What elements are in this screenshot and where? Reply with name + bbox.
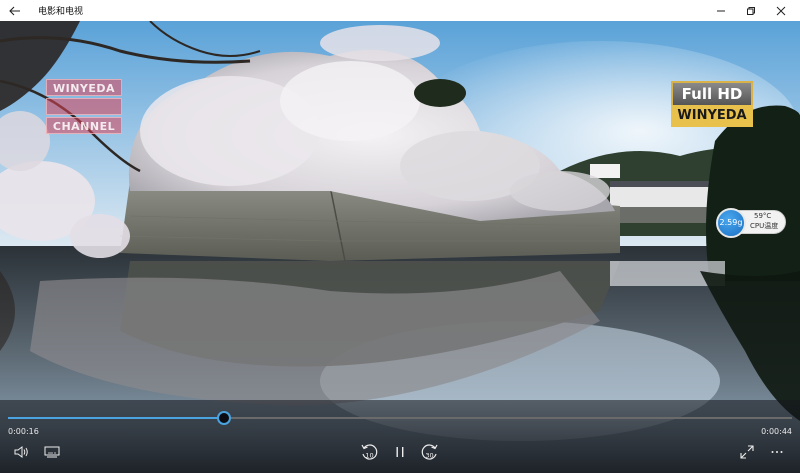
skip-back-10-icon: 10 [361, 444, 378, 460]
skip-back-10-button[interactable]: 10 [358, 441, 380, 463]
cpu-label: CPU温度 [750, 222, 779, 230]
skip-back-label: 10 [365, 452, 373, 460]
fullscreen-button[interactable] [736, 441, 758, 463]
cpu-temperature: 59°C [754, 212, 772, 220]
player-controls: 0:00:16 0:00:44 10 30 [0, 400, 800, 473]
skip-forward-30-button[interactable]: 30 [419, 441, 441, 463]
cpu-usage-circle: 2.59g [716, 208, 746, 238]
close-button[interactable] [768, 0, 794, 21]
watermark-line-2 [46, 98, 122, 115]
more-icon [771, 451, 783, 453]
close-icon [776, 6, 786, 15]
restore-button[interactable] [738, 0, 764, 21]
fullhd-brand: WINYEDA [671, 105, 753, 127]
title-bar: 电影和电视 [0, 0, 800, 21]
progress-thumb[interactable] [216, 411, 231, 425]
skip-forward-label: 30 [425, 452, 433, 460]
progress-fill [8, 417, 224, 419]
restore-icon [747, 6, 755, 15]
back-button[interactable] [0, 0, 30, 21]
fullhd-badge: Full HD WINYEDA [671, 81, 753, 129]
watermark-winyeda-channel: WINYEDA CHANNEL [46, 79, 122, 135]
subtitles-icon [44, 446, 60, 458]
skip-forward-30-icon: 30 [421, 444, 438, 460]
watermark-line-3: CHANNEL [46, 117, 122, 134]
fullscreen-icon [740, 445, 754, 459]
cpu-temperature-widget[interactable]: 59°C CPU温度 2.59g [716, 208, 786, 238]
movies-tv-window: 电影和电视 WINYEDA CHANNEL Full HD WINYEDA 59… [0, 0, 800, 473]
pause-icon [396, 447, 404, 457]
pause-button[interactable] [389, 441, 411, 463]
current-time: 0:00:16 [8, 427, 39, 436]
app-title: 电影和电视 [38, 7, 84, 17]
volume-icon [14, 446, 28, 458]
volume-button[interactable] [11, 441, 33, 463]
fullhd-label: Full HD [671, 81, 753, 105]
back-arrow-icon [9, 6, 20, 15]
total-time: 0:00:44 [761, 427, 792, 436]
subtitles-button[interactable] [41, 441, 63, 463]
more-button[interactable] [766, 441, 788, 463]
minimize-icon [717, 10, 725, 11]
minimize-button[interactable] [708, 0, 734, 21]
watermark-line-1: WINYEDA [46, 79, 122, 96]
